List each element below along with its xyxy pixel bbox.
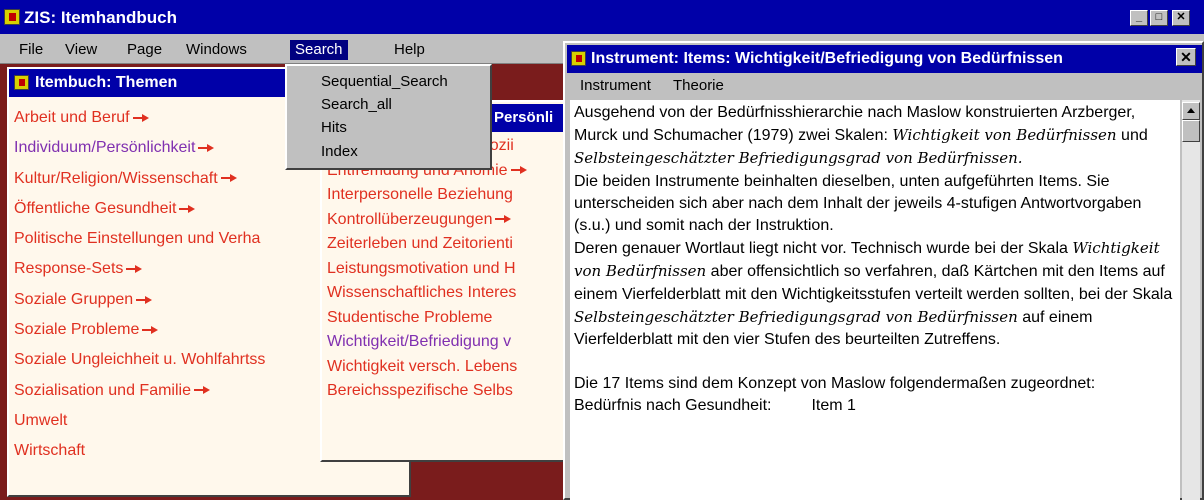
topic-label: Response-Sets bbox=[14, 260, 124, 278]
arrow-right-icon bbox=[126, 265, 143, 274]
topic-label: Arbeit und Beruf bbox=[14, 109, 130, 126]
scroll-thumb[interactable] bbox=[1182, 120, 1200, 142]
arrow-right-icon bbox=[510, 166, 527, 175]
arrow-right-icon bbox=[132, 113, 149, 122]
menu-search-all[interactable]: Search_all bbox=[321, 96, 392, 113]
italic-text: Selbsteingeschätzter Befriedigungsgrad v… bbox=[574, 307, 1018, 326]
topic-label: Öffentliche Gesundheit bbox=[14, 199, 177, 217]
subtopic-link[interactable]: Wichtigkeit versch. Lebens bbox=[327, 355, 568, 380]
subtopic-link[interactable]: Interpersonelle Beziehung bbox=[327, 183, 568, 208]
topic-label: Umwelt bbox=[14, 411, 68, 429]
subtopic-list: Autoritarismus und assozii Entfremdung u… bbox=[327, 134, 568, 404]
instrument-window-title: Instrument: Items: Wichtigkeit/Befriedig… bbox=[591, 50, 1063, 67]
arrow-right-icon bbox=[136, 295, 153, 304]
scroll-up-icon[interactable] bbox=[1182, 102, 1200, 120]
mapping-label: Bedürfnis nach Gesundheit: bbox=[574, 397, 772, 415]
topic-label: Soziale Probleme bbox=[14, 321, 140, 339]
menu-view[interactable]: View bbox=[60, 40, 102, 60]
subtopic-link[interactable]: Wichtigkeit/Befriedigung v bbox=[327, 330, 568, 355]
search-dropdown-menu: Sequential_Search Search_all Hits Index bbox=[285, 64, 492, 170]
menu-page[interactable]: Page bbox=[122, 40, 167, 60]
menu-search[interactable]: Search bbox=[290, 40, 348, 60]
italic-text: Selbsteingeschätzter Befriedigungsgrad v… bbox=[574, 149, 1023, 168]
instrument-window: Instrument: Items: Wichtigkeit/Befriedig… bbox=[563, 41, 1204, 500]
topic-label: Kultur/Religion/Wissenschaft bbox=[14, 169, 218, 187]
topic-label: Soziale Ungleichheit u. Wohlfahrtss bbox=[14, 351, 266, 369]
maximize-button[interactable]: □ bbox=[1150, 10, 1168, 26]
menu-file[interactable]: File bbox=[14, 40, 48, 60]
subtopic-link[interactable]: Studentische Probleme bbox=[327, 306, 568, 331]
window-icon[interactable] bbox=[14, 75, 29, 90]
menu-windows[interactable]: Windows bbox=[181, 40, 252, 60]
arrow-right-icon bbox=[198, 144, 215, 153]
topics-window-title: Itembuch: Themen bbox=[35, 74, 178, 91]
item-mapping-row: Bedürfnis nach Gesundheit: Item 1 bbox=[574, 395, 1176, 417]
subtopic-link[interactable]: Leistungsmotivation und H bbox=[327, 257, 568, 282]
topic-label: Politische Einstellungen und Verha bbox=[14, 230, 261, 248]
close-button[interactable]: ✕ bbox=[1172, 10, 1190, 26]
paragraph: Ausgehend von der Bedürfnisshierarchie n… bbox=[574, 102, 1176, 171]
arrow-right-icon bbox=[220, 174, 237, 183]
menu-hits[interactable]: Hits bbox=[321, 119, 347, 136]
text-span: und bbox=[1116, 127, 1148, 145]
topic-label: Wirtschaft bbox=[14, 442, 86, 460]
menu-help[interactable]: Help bbox=[389, 40, 430, 60]
topic-label: Soziale Gruppen bbox=[14, 290, 134, 308]
topic-label: Individuum/Persönlichkeit bbox=[14, 139, 196, 157]
subtopic-link[interactable]: Bereichsspezifische Selbs bbox=[327, 379, 568, 404]
paragraph: Die beiden Instrumente beinhalten diesel… bbox=[574, 172, 1142, 235]
app-window: ZIS: Itemhandbuch _ □ ✕ File View Page W… bbox=[0, 0, 1204, 500]
window-icon[interactable] bbox=[571, 51, 586, 66]
subtopic-link[interactable]: Zeiterleben und Zeitorienti bbox=[327, 232, 568, 257]
topic-label: Sozialisation und Familie bbox=[14, 381, 191, 399]
italic-text: Wichtigkeit von Bedürfnissen bbox=[892, 126, 1117, 145]
menu-sequential-search[interactable]: Sequential_Search bbox=[321, 73, 448, 90]
subtopic-label: Kontrollüberzeugungen bbox=[327, 210, 493, 228]
menu-index[interactable]: Index bbox=[321, 143, 358, 160]
arrow-right-icon bbox=[179, 204, 196, 213]
paragraph: Die 17 Items sind dem Konzept von Maslow… bbox=[574, 375, 1096, 393]
text-span: Deren genauer Wortlaut liegt nicht vor. … bbox=[574, 240, 1073, 258]
arrow-right-icon bbox=[142, 325, 159, 334]
instrument-text: Ausgehend von der Bedürfnisshierarchie n… bbox=[570, 100, 1180, 500]
arrow-right-icon bbox=[495, 215, 512, 224]
app-title: ZIS: Itemhandbuch bbox=[24, 8, 177, 27]
subtopic-link[interactable]: Kontrollüberzeugungen bbox=[327, 208, 568, 233]
menu-instrument[interactable]: Instrument bbox=[580, 77, 651, 94]
app-icon[interactable] bbox=[4, 9, 20, 25]
instrument-menubar: Instrument Theorie bbox=[567, 74, 1202, 98]
instrument-window-titlebar[interactable]: Instrument: Items: Wichtigkeit/Befriedig… bbox=[567, 45, 1202, 73]
subtopic-link[interactable]: Wissenschaftliches Interes bbox=[327, 281, 568, 306]
instrument-close-button[interactable]: ✕ bbox=[1176, 48, 1196, 66]
minimize-button[interactable]: _ bbox=[1130, 10, 1148, 26]
paragraph: Deren genauer Wortlaut liegt nicht vor. … bbox=[574, 237, 1176, 351]
arrow-right-icon bbox=[193, 386, 210, 395]
menu-theorie[interactable]: Theorie bbox=[673, 77, 724, 94]
app-titlebar[interactable]: ZIS: Itemhandbuch _ □ ✕ bbox=[0, 0, 1204, 34]
vertical-scrollbar[interactable] bbox=[1182, 100, 1200, 500]
mapping-value: Item 1 bbox=[811, 397, 856, 415]
